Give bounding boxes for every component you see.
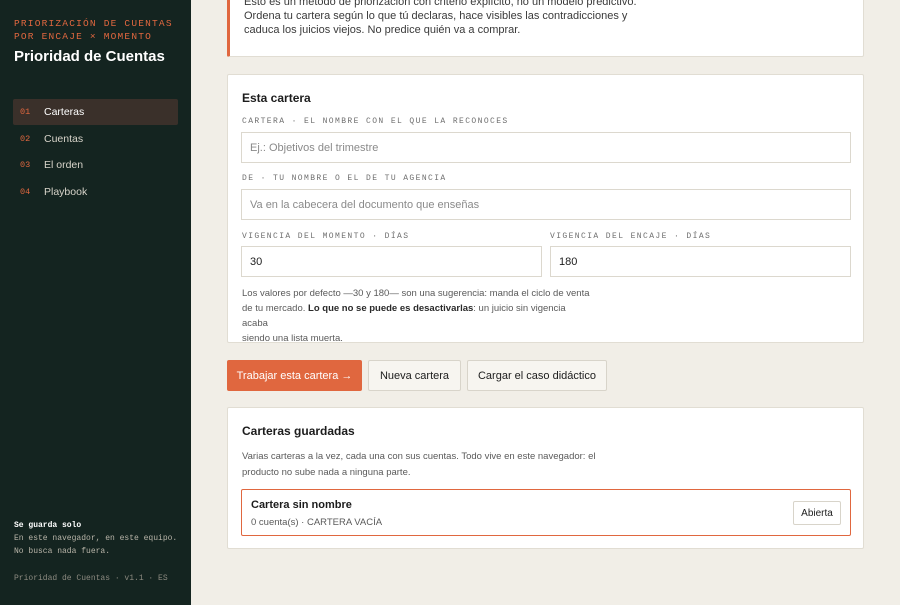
sidebar-item-carteras[interactable]: 01 Carteras [13,99,178,125]
autosave-note-line: No busca nada fuera. [14,547,111,556]
nav-label: Cuentas [44,132,84,145]
saved-description: Varias carteras a la vez, cada una con s… [242,449,612,481]
author-label: DE · TU NOMBRE O EL DE TU AGENCIA [242,174,447,183]
nav-label: Playbook [44,185,88,198]
autosave-note-title: Se guarda solo [14,521,82,530]
saved-description-line: Varias carteras a la vez, cada una con s… [242,451,596,462]
saved-title: Carteras guardadas [242,424,355,438]
brand-title: Prioridad de Cuentas [14,48,165,65]
help-line: siendo una lista muerta. [242,333,343,344]
portfolio-name-label: CARTERA · EL NOMBRE CON EL QUE LA RECONO… [242,117,509,126]
saved-portfolios-card: Carteras guardadas Varias carteras a la … [227,407,864,549]
form-title: Esta cartera [242,91,311,105]
brand-kicker: PRIORIZACIÓN DE CUENTAS POR ENCAJE × MOM… [14,18,173,42]
portfolio-list-item[interactable]: Cartera sin nombre 0 cuenta(s) · CARTERA… [241,489,851,536]
portfolio-name: Cartera sin nombre [251,499,352,511]
intro-card: Esto es un método de priorización con cr… [227,0,864,57]
nav-number: 01 [20,107,31,117]
nav-number: 03 [20,160,31,171]
work-portfolio-button[interactable]: Trabajar esta cartera → [227,360,362,391]
saved-description-line: producto no sube nada a ninguna parte. [242,467,411,478]
portfolio-form-card: Esta cartera CARTERA · EL NOMBRE CON EL … [227,74,864,346]
version-label: Prioridad de Cuentas · v1.1 · ES [14,574,168,583]
fit-validity-label: VIGENCIA DEL ENCAJE · DÍAS [550,232,712,241]
sidebar-item-playbook[interactable]: 04 Playbook [13,179,178,205]
help-line: de tu mercado. Lo que no se puede es des… [242,301,592,331]
help-text: de tu mercado. [242,303,309,314]
moment-validity-label: VIGENCIA DEL MOMENTO · DÍAS [242,232,410,241]
sidebar-item-el-orden[interactable]: 03 El orden [13,152,178,178]
nav-number: 02 [20,133,31,144]
help-emphasis: Lo que no se puede es desactivarlas [308,303,474,314]
help-line: Los valores por defecto —30 y 180— son u… [242,288,590,299]
fit-validity-input[interactable]: 180 [550,246,851,277]
nav-label: El orden [44,159,84,172]
nav-label: Carteras [44,106,85,118]
portfolio-open-badge[interactable]: Abierta [793,501,841,525]
nav-number: 04 [20,186,31,197]
sidebar-item-cuentas[interactable]: 02 Cuentas [13,126,178,152]
sidebar-nav: 01 Carteras 02 Cuentas 03 El orden 04 Pl… [13,99,178,205]
author-input[interactable]: Va en la cabecera del documento que ense… [241,189,851,220]
moment-validity-input[interactable]: 30 [241,246,542,277]
portfolio-meta: 0 cuenta(s) · CARTERA VACÍA [251,517,383,528]
autosave-note-line: En este navegador, en este equipo. [14,534,178,543]
autosave-note: Se guarda solo En este navegador, en est… [14,519,184,558]
load-demo-button[interactable]: Cargar el caso didáctico [467,360,607,391]
validity-help-text: Los valores por defecto —30 y 180— son u… [242,286,592,346]
new-portfolio-button[interactable]: Nueva cartera [368,360,461,391]
portfolio-name-input[interactable]: Ej.: Objetivos del trimestre [241,132,851,163]
sidebar: PRIORIZACIÓN DE CUENTAS POR ENCAJE × MOM… [0,0,191,605]
